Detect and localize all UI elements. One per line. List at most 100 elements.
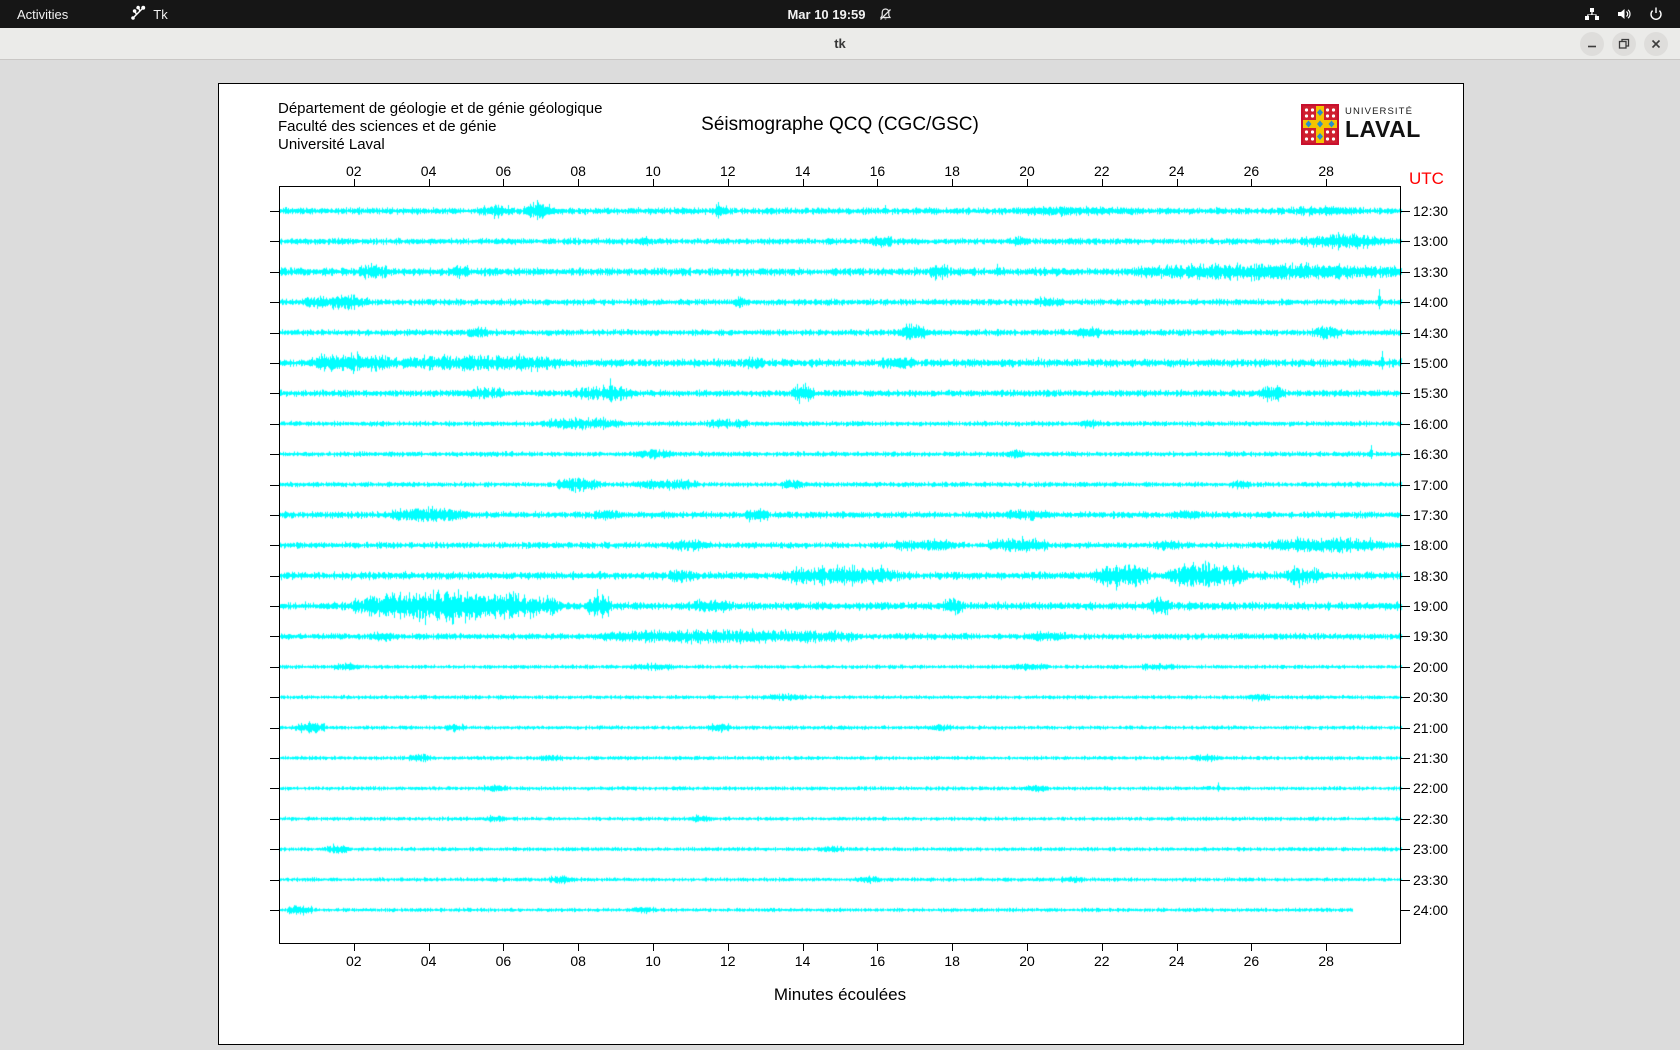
- trace-time-label: 18:00: [1413, 537, 1448, 553]
- x-tick-top: [578, 179, 579, 186]
- x-tick-label-bottom: 08: [570, 953, 586, 969]
- universite-laval-logo: UNIVERSITÉ LAVAL: [1301, 104, 1421, 150]
- trace-tick-left: [270, 211, 279, 212]
- trace-tick-right: [1401, 606, 1410, 607]
- trace-tick-left: [270, 454, 279, 455]
- topbar-left: Activities Tk: [0, 0, 168, 28]
- topbar-center: Mar 10 19:59: [0, 0, 1680, 28]
- trace-tick-left: [270, 636, 279, 637]
- x-tick-top: [1177, 179, 1178, 186]
- trace-tick-right: [1401, 849, 1410, 850]
- x-tick-bottom: [1326, 944, 1327, 951]
- x-tick-bottom: [429, 944, 430, 951]
- power-icon[interactable]: [1648, 6, 1664, 22]
- x-tick-label-top: 24: [1169, 163, 1185, 179]
- trace-tick-right: [1401, 241, 1410, 242]
- trace-tick-left: [270, 819, 279, 820]
- trace-time-label: 20:00: [1413, 659, 1448, 675]
- x-tick-label-top: 12: [720, 163, 736, 179]
- trace-tick-left: [270, 697, 279, 698]
- x-tick-top: [952, 179, 953, 186]
- x-tick-label-bottom: 14: [795, 953, 811, 969]
- trace-tick-right: [1401, 667, 1410, 668]
- window-titlebar[interactable]: tk: [0, 28, 1680, 60]
- x-tick-label-top: 10: [645, 163, 661, 179]
- trace-tick-left: [270, 606, 279, 607]
- activities-button[interactable]: Activities: [0, 0, 85, 28]
- x-tick-label-top: 14: [795, 163, 811, 179]
- minimize-button[interactable]: [1580, 32, 1604, 56]
- trace-tick-right: [1401, 728, 1410, 729]
- notifications-muted-icon[interactable]: [878, 7, 893, 22]
- trace-time-label: 13:30: [1413, 264, 1448, 280]
- x-tick-bottom: [578, 944, 579, 951]
- trace-tick-left: [270, 241, 279, 242]
- trace-tick-right: [1401, 302, 1410, 303]
- volume-icon[interactable]: [1616, 6, 1632, 22]
- trace-time-label: 17:30: [1413, 507, 1448, 523]
- x-tick-label-top: 28: [1318, 163, 1334, 179]
- trace-tick-right: [1401, 697, 1410, 698]
- trace-tick-right: [1401, 819, 1410, 820]
- trace-tick-right: [1401, 424, 1410, 425]
- x-tick-bottom: [1027, 944, 1028, 951]
- trace-tick-left: [270, 333, 279, 334]
- clock-label[interactable]: Mar 10 19:59: [787, 7, 865, 22]
- trace-time-label: 21:30: [1413, 750, 1448, 766]
- network-icon[interactable]: [1584, 6, 1600, 22]
- trace-tick-left: [270, 880, 279, 881]
- x-tick-label-top: 18: [944, 163, 960, 179]
- trace-time-label: 24:00: [1413, 902, 1448, 918]
- trace-tick-left: [270, 393, 279, 394]
- seismograph-canvas: Département de géologie et de génie géol…: [218, 83, 1464, 1045]
- tk-window-body: Département de géologie et de génie géol…: [0, 60, 1680, 1050]
- trace-tick-right: [1401, 758, 1410, 759]
- trace-tick-left: [270, 788, 279, 789]
- trace-tick-left: [270, 272, 279, 273]
- trace-time-label: 14:30: [1413, 325, 1448, 341]
- x-tick-top: [803, 179, 804, 186]
- x-tick-bottom: [1251, 944, 1252, 951]
- x-tick-top: [354, 179, 355, 186]
- x-tick-top: [1102, 179, 1103, 186]
- trace-tick-left: [270, 849, 279, 850]
- x-tick-label-top: 26: [1244, 163, 1260, 179]
- trace-time-label: 20:30: [1413, 689, 1448, 705]
- trace-tick-left: [270, 515, 279, 516]
- trace-tick-left: [270, 363, 279, 364]
- trace-tick-left: [270, 485, 279, 486]
- trace-tick-left: [270, 758, 279, 759]
- x-tick-label-top: 22: [1094, 163, 1110, 179]
- trace-tick-left: [270, 667, 279, 668]
- x-tick-label-bottom: 02: [346, 953, 362, 969]
- trace-time-label: 22:30: [1413, 811, 1448, 827]
- window-title: tk: [834, 36, 846, 51]
- x-tick-label-top: 16: [870, 163, 886, 179]
- x-tick-bottom: [952, 944, 953, 951]
- close-button[interactable]: [1644, 32, 1668, 56]
- topbar-right: [1584, 6, 1680, 22]
- x-tick-label-top: 04: [421, 163, 437, 179]
- focused-app-menu[interactable]: Tk: [131, 5, 167, 23]
- x-tick-label-bottom: 16: [870, 953, 886, 969]
- trace-time-label: 18:30: [1413, 568, 1448, 584]
- x-tick-label-bottom: 06: [496, 953, 512, 969]
- laval-crest-icon: [1301, 104, 1339, 150]
- trace-tick-left: [270, 576, 279, 577]
- x-tick-top: [1027, 179, 1028, 186]
- x-tick-label-bottom: 10: [645, 953, 661, 969]
- trace-tick-right: [1401, 211, 1410, 212]
- trace-tick-right: [1401, 485, 1410, 486]
- trace-tick-right: [1401, 788, 1410, 789]
- focused-app-label: Tk: [153, 7, 167, 22]
- x-tick-top: [1326, 179, 1327, 186]
- maximize-button[interactable]: [1612, 32, 1636, 56]
- x-tick-bottom: [354, 944, 355, 951]
- utc-label: UTC: [1409, 169, 1444, 189]
- trace-tick-right: [1401, 880, 1410, 881]
- system-top-bar: Activities Tk Mar 10 19:59: [0, 0, 1680, 28]
- trace-time-label: 13:00: [1413, 233, 1448, 249]
- x-tick-top: [877, 179, 878, 186]
- trace-time-label: 23:00: [1413, 841, 1448, 857]
- x-tick-label-bottom: 18: [944, 953, 960, 969]
